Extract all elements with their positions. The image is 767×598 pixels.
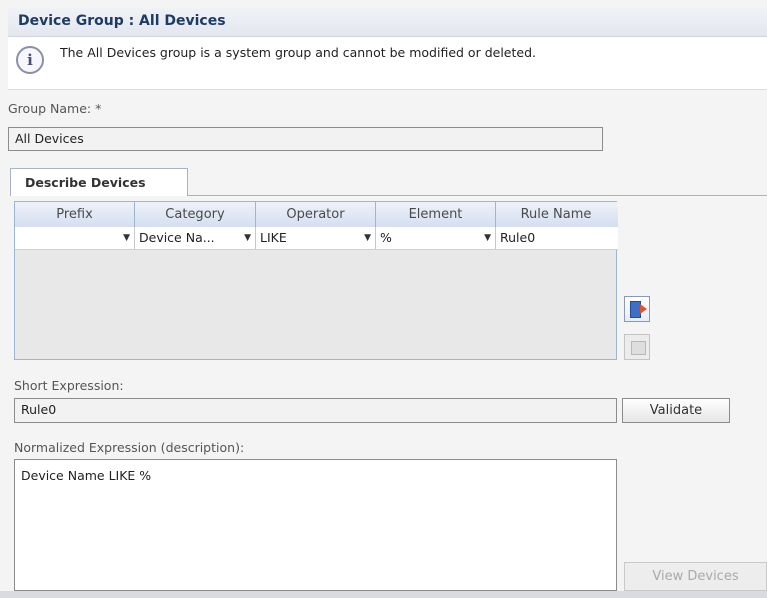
short-expression-label: Short Expression: — [14, 378, 124, 393]
category-select[interactable]: Device Na... ▼ — [135, 227, 256, 249]
normalized-expression-textarea[interactable]: Device Name LIKE % — [14, 459, 617, 591]
device-group-panel: Device Group : All Devices i The All Dev… — [0, 0, 767, 598]
column-header-rule-name[interactable]: Rule Name — [496, 202, 616, 227]
rule-name-cell[interactable]: Rule0 — [496, 227, 616, 249]
page-title: Device Group : All Devices — [18, 13, 226, 29]
column-header-category[interactable]: Category — [135, 202, 256, 227]
rules-grid: Prefix Category Operator Element Rule Na… — [14, 201, 618, 360]
validate-button[interactable]: Validate — [622, 398, 730, 423]
operator-value: LIKE — [260, 230, 287, 245]
chevron-down-icon[interactable]: ▼ — [484, 227, 491, 249]
column-header-operator[interactable]: Operator — [256, 202, 376, 227]
group-name-input[interactable]: All Devices — [8, 127, 603, 151]
normalized-expression-label: Normalized Expression (description): — [14, 440, 245, 455]
view-devices-button[interactable]: View Devices — [624, 562, 767, 591]
chevron-down-icon[interactable]: ▼ — [364, 227, 371, 249]
remove-row-icon — [631, 341, 646, 355]
remove-rule-button[interactable] — [624, 334, 650, 360]
table-row[interactable]: ▼ Device Na... ▼ LIKE ▼ % ▼ Rule0 — [15, 227, 618, 250]
operator-select[interactable]: LIKE ▼ — [256, 227, 376, 249]
element-value: % — [380, 230, 392, 245]
tab-describe-devices[interactable]: Describe Devices — [10, 168, 188, 196]
chevron-down-icon[interactable]: ▼ — [123, 227, 130, 249]
arrow-right-icon — [640, 304, 647, 314]
bottom-strip — [0, 591, 767, 598]
column-header-element[interactable]: Element — [376, 202, 496, 227]
title-bar: Device Group : All Devices — [8, 8, 767, 37]
column-header-prefix[interactable]: Prefix — [15, 202, 135, 227]
chevron-down-icon[interactable]: ▼ — [244, 227, 251, 249]
element-select[interactable]: % ▼ — [376, 227, 496, 249]
info-icon: i — [16, 46, 44, 74]
info-message: The All Devices group is a system group … — [60, 45, 536, 60]
grid-header: Prefix Category Operator Element Rule Na… — [15, 202, 618, 228]
add-rule-button[interactable] — [624, 296, 650, 322]
short-expression-input[interactable]: Rule0 — [14, 398, 617, 423]
info-banner: i The All Devices group is a system grou… — [8, 37, 767, 90]
prefix-select[interactable]: ▼ — [15, 227, 135, 249]
category-value: Device Na... — [139, 230, 215, 245]
group-name-label: Group Name: * — [8, 101, 102, 116]
tab-divider — [188, 195, 767, 196]
